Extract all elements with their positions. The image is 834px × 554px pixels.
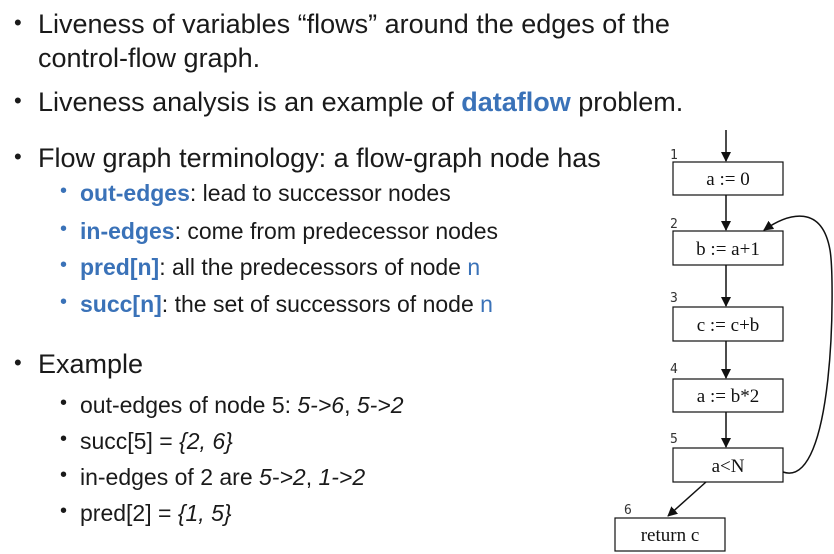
node-6-label: return c — [641, 525, 700, 546]
edge-5-6 — [667, 481, 707, 517]
node-1-number: 1 — [670, 148, 678, 163]
node-3-label: c := c+b — [697, 315, 760, 336]
node-4-label: a := b*2 — [697, 386, 759, 407]
node-6-number: 6 — [624, 503, 632, 518]
node-1-label: a := 0 — [706, 169, 749, 190]
node-2-label: b := a+1 — [696, 239, 760, 260]
node-5-number: 5 — [670, 432, 678, 447]
node-5-label: a<N — [712, 456, 745, 477]
node-3-number: 3 — [670, 291, 678, 306]
node-4-number: 4 — [670, 362, 678, 377]
control-flow-graph: 1 a := 0 2 b := a+1 3 c := c+b 4 a := b*… — [614, 130, 833, 552]
node-2-number: 2 — [670, 217, 678, 232]
